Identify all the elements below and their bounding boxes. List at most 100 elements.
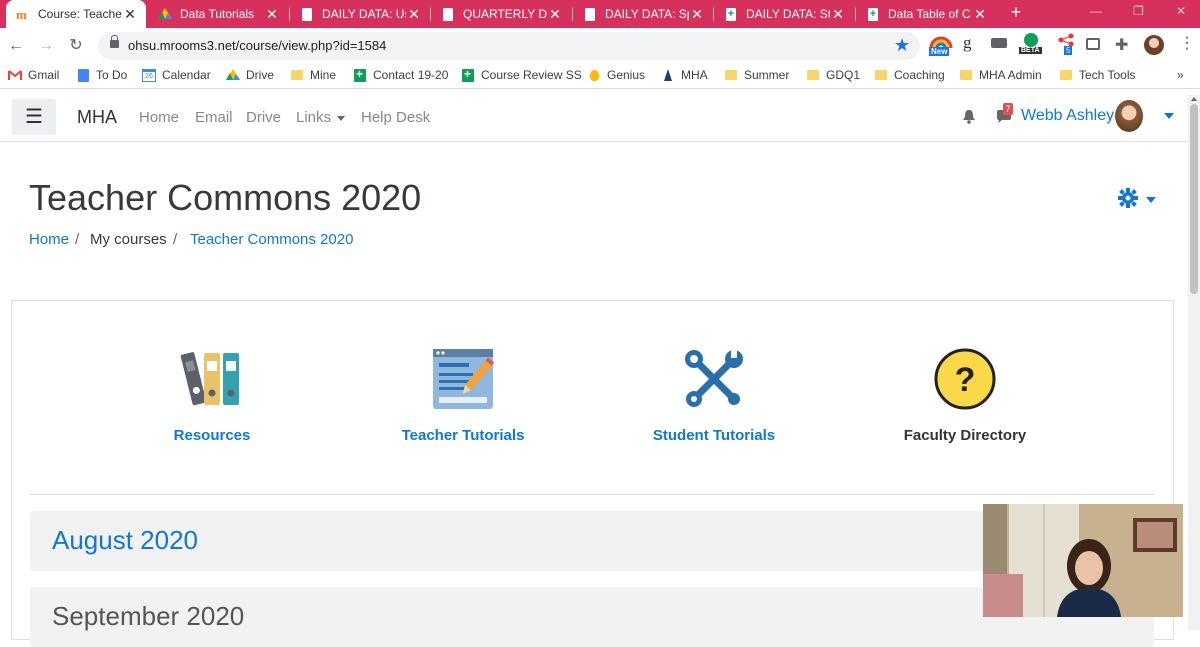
gmail-icon <box>8 68 22 82</box>
gear-icon[interactable] <box>1117 187 1139 215</box>
menu-dots-icon[interactable]: ⋮ <box>1179 36 1195 52</box>
profile-avatar[interactable] <box>1144 35 1164 55</box>
hamburger-menu-icon[interactable]: ☰ <box>12 99 56 135</box>
lock-icon <box>110 35 119 48</box>
tab-label: Course: Teacher Commons <box>38 7 122 21</box>
user-name[interactable]: Webb Ashley <box>1021 107 1114 125</box>
site-brand[interactable]: MHA <box>77 107 117 128</box>
close-icon[interactable]: ✕ <box>122 6 138 23</box>
bookmark-label: Genius <box>607 68 646 82</box>
url-text[interactable]: ohsu.mrooms3.net/course/view.php?id=1584 <box>128 38 386 53</box>
browser-toolbar: ← → ↻ ohsu.mrooms3.net/course/view.php?i… <box>0 28 1200 64</box>
nav-link-drive[interactable]: Drive <box>246 109 281 126</box>
bookmark-mha-admin[interactable]: MHA Admin <box>959 68 1042 82</box>
bookmark-label: Coaching <box>894 68 945 82</box>
bookmark-label: Gmail <box>28 68 60 82</box>
bookmark-calendar[interactable]: 26 Calendar <box>142 68 211 82</box>
g-extension-icon[interactable]: g <box>963 33 972 53</box>
section-title[interactable]: September 2020 <box>52 601 244 632</box>
address-bar[interactable]: ohsu.mrooms3.net/course/view.php?id=1584… <box>98 32 920 60</box>
svg-text:m: m <box>16 8 27 20</box>
bell-icon[interactable] <box>962 109 976 127</box>
close-icon[interactable]: ✕ <box>972 6 988 23</box>
tab-data-table-of-c[interactable]: + Data Table of C ✕ <box>856 0 996 28</box>
docs-icon <box>76 68 90 82</box>
bookmark-tech-tools[interactable]: Tech Tools <box>1059 68 1135 82</box>
tile-label[interactable]: Teacher Tutorials <box>373 427 553 444</box>
bookmark-coaching[interactable]: Coaching <box>874 68 945 82</box>
reload-icon[interactable]: ↻ <box>66 36 86 56</box>
forward-arrow-icon[interactable]: → <box>36 36 56 56</box>
avatar[interactable] <box>1115 100 1143 132</box>
page-title: Teacher Commons 2020 <box>29 177 422 218</box>
back-arrow-icon[interactable]: ← <box>6 36 26 56</box>
tab-label: Data Table of C <box>888 7 971 21</box>
bookmark-to-do[interactable]: To Do <box>76 68 127 82</box>
bookmark-mha[interactable]: MHA <box>661 68 708 82</box>
tile-label[interactable]: Student Tutorials <box>624 427 804 444</box>
nav-link-help-desk[interactable]: Help Desk <box>361 109 430 126</box>
bookmark-mine[interactable]: Mine <box>290 68 336 82</box>
breadcrumb-my-courses: My courses <box>90 231 167 248</box>
drive-icon <box>226 68 240 82</box>
close-icon[interactable]: ✕ <box>830 6 846 23</box>
section-title[interactable]: August 2020 <box>52 525 198 556</box>
puzzle-icon[interactable]: ✚ <box>1115 35 1128 55</box>
extension-icon[interactable] <box>991 38 1007 48</box>
close-window-icon[interactable]: ✕ <box>1176 4 1186 18</box>
tab-data-tutorials[interactable]: Data Tutorials ✕ <box>148 0 288 28</box>
scrollbar-thumb[interactable] <box>1190 104 1198 294</box>
scroll-up-arrow-icon[interactable] <box>1191 97 1197 101</box>
restore-icon[interactable]: ❐ <box>1133 4 1144 18</box>
bookmark-gdq1[interactable]: GDQ1 <box>806 68 860 82</box>
nav-link-links[interactable]: Links <box>296 109 346 126</box>
bookmark-contact[interactable]: Contact 19-20 <box>353 67 449 82</box>
bookmark-gmail[interactable]: Gmail <box>8 68 59 82</box>
tab-daily-data-usage[interactable]: DAILY DATA: Usage ✕ <box>290 0 430 28</box>
breadcrumb-current-course[interactable]: Teacher Commons 2020 <box>190 231 353 248</box>
bookmark-label: Course Review SS <box>481 68 582 82</box>
minimize-icon[interactable]: — <box>1090 4 1102 18</box>
new-badge: New <box>929 47 950 56</box>
bookmark-label: MHA <box>681 68 708 82</box>
calendar-icon: 26 <box>142 68 156 82</box>
nav-link-email[interactable]: Email <box>195 109 233 126</box>
bookmark-summer[interactable]: Summer <box>724 68 789 82</box>
cast-icon[interactable] <box>1086 38 1100 50</box>
breadcrumb-home[interactable]: Home <box>29 231 69 248</box>
chevron-down-icon[interactable] <box>1164 113 1174 119</box>
bookmarks-overflow-icon[interactable]: » <box>1177 68 1184 82</box>
tab-quarterly-data[interactable]: QUARTERLY DATA ✕ <box>431 0 571 28</box>
nav-link-home[interactable]: Home <box>139 109 179 126</box>
close-icon[interactable]: ✕ <box>689 6 705 23</box>
bookmark-label: Contact 19-20 <box>373 68 449 82</box>
tile-label[interactable]: Faculty Directory <box>875 427 1055 444</box>
new-extension-icon[interactable]: New <box>929 34 953 58</box>
binders-icon <box>180 347 246 407</box>
bookmark-genius[interactable]: Genius <box>587 68 645 82</box>
bookmark-course-review[interactable]: Course Review SS <box>461 67 582 82</box>
new-tab-button[interactable]: + <box>1006 2 1026 24</box>
bookmark-label: MHA Admin <box>979 68 1042 82</box>
close-icon[interactable]: ✕ <box>406 6 422 23</box>
question-mark-icon: ? <box>933 347 997 411</box>
tab-daily-data-stu[interactable]: + DAILY DATA: Stu ✕ <box>714 0 854 28</box>
close-icon[interactable]: ✕ <box>264 6 280 23</box>
bookmark-label: Summer <box>744 68 790 82</box>
tab-course-teacher-commons[interactable]: m Course: Teacher Commons ✕ <box>6 0 146 28</box>
breadcrumb-separator: / <box>75 231 80 248</box>
svg-text:?: ? <box>955 361 976 399</box>
sheets-icon: + <box>868 7 878 21</box>
close-icon[interactable]: ✕ <box>547 6 563 23</box>
share-extension-icon[interactable]: 5 <box>1058 33 1076 57</box>
bookmark-star-icon[interactable]: ★ <box>894 35 910 56</box>
tab-daily-data-sp[interactable]: DAILY DATA: Sp ✕ <box>573 0 713 28</box>
tab-label: QUARTERLY DATA <box>463 7 547 21</box>
count-badge: 5 <box>1064 46 1073 55</box>
bookmark-drive[interactable]: Drive <box>226 68 274 82</box>
docs-icon <box>441 7 455 21</box>
beta-extension-icon[interactable]: BETA <box>1019 33 1045 59</box>
tools-icon <box>682 347 746 411</box>
chevron-down-icon[interactable] <box>1146 197 1156 203</box>
tile-label[interactable]: Resources <box>122 427 302 444</box>
